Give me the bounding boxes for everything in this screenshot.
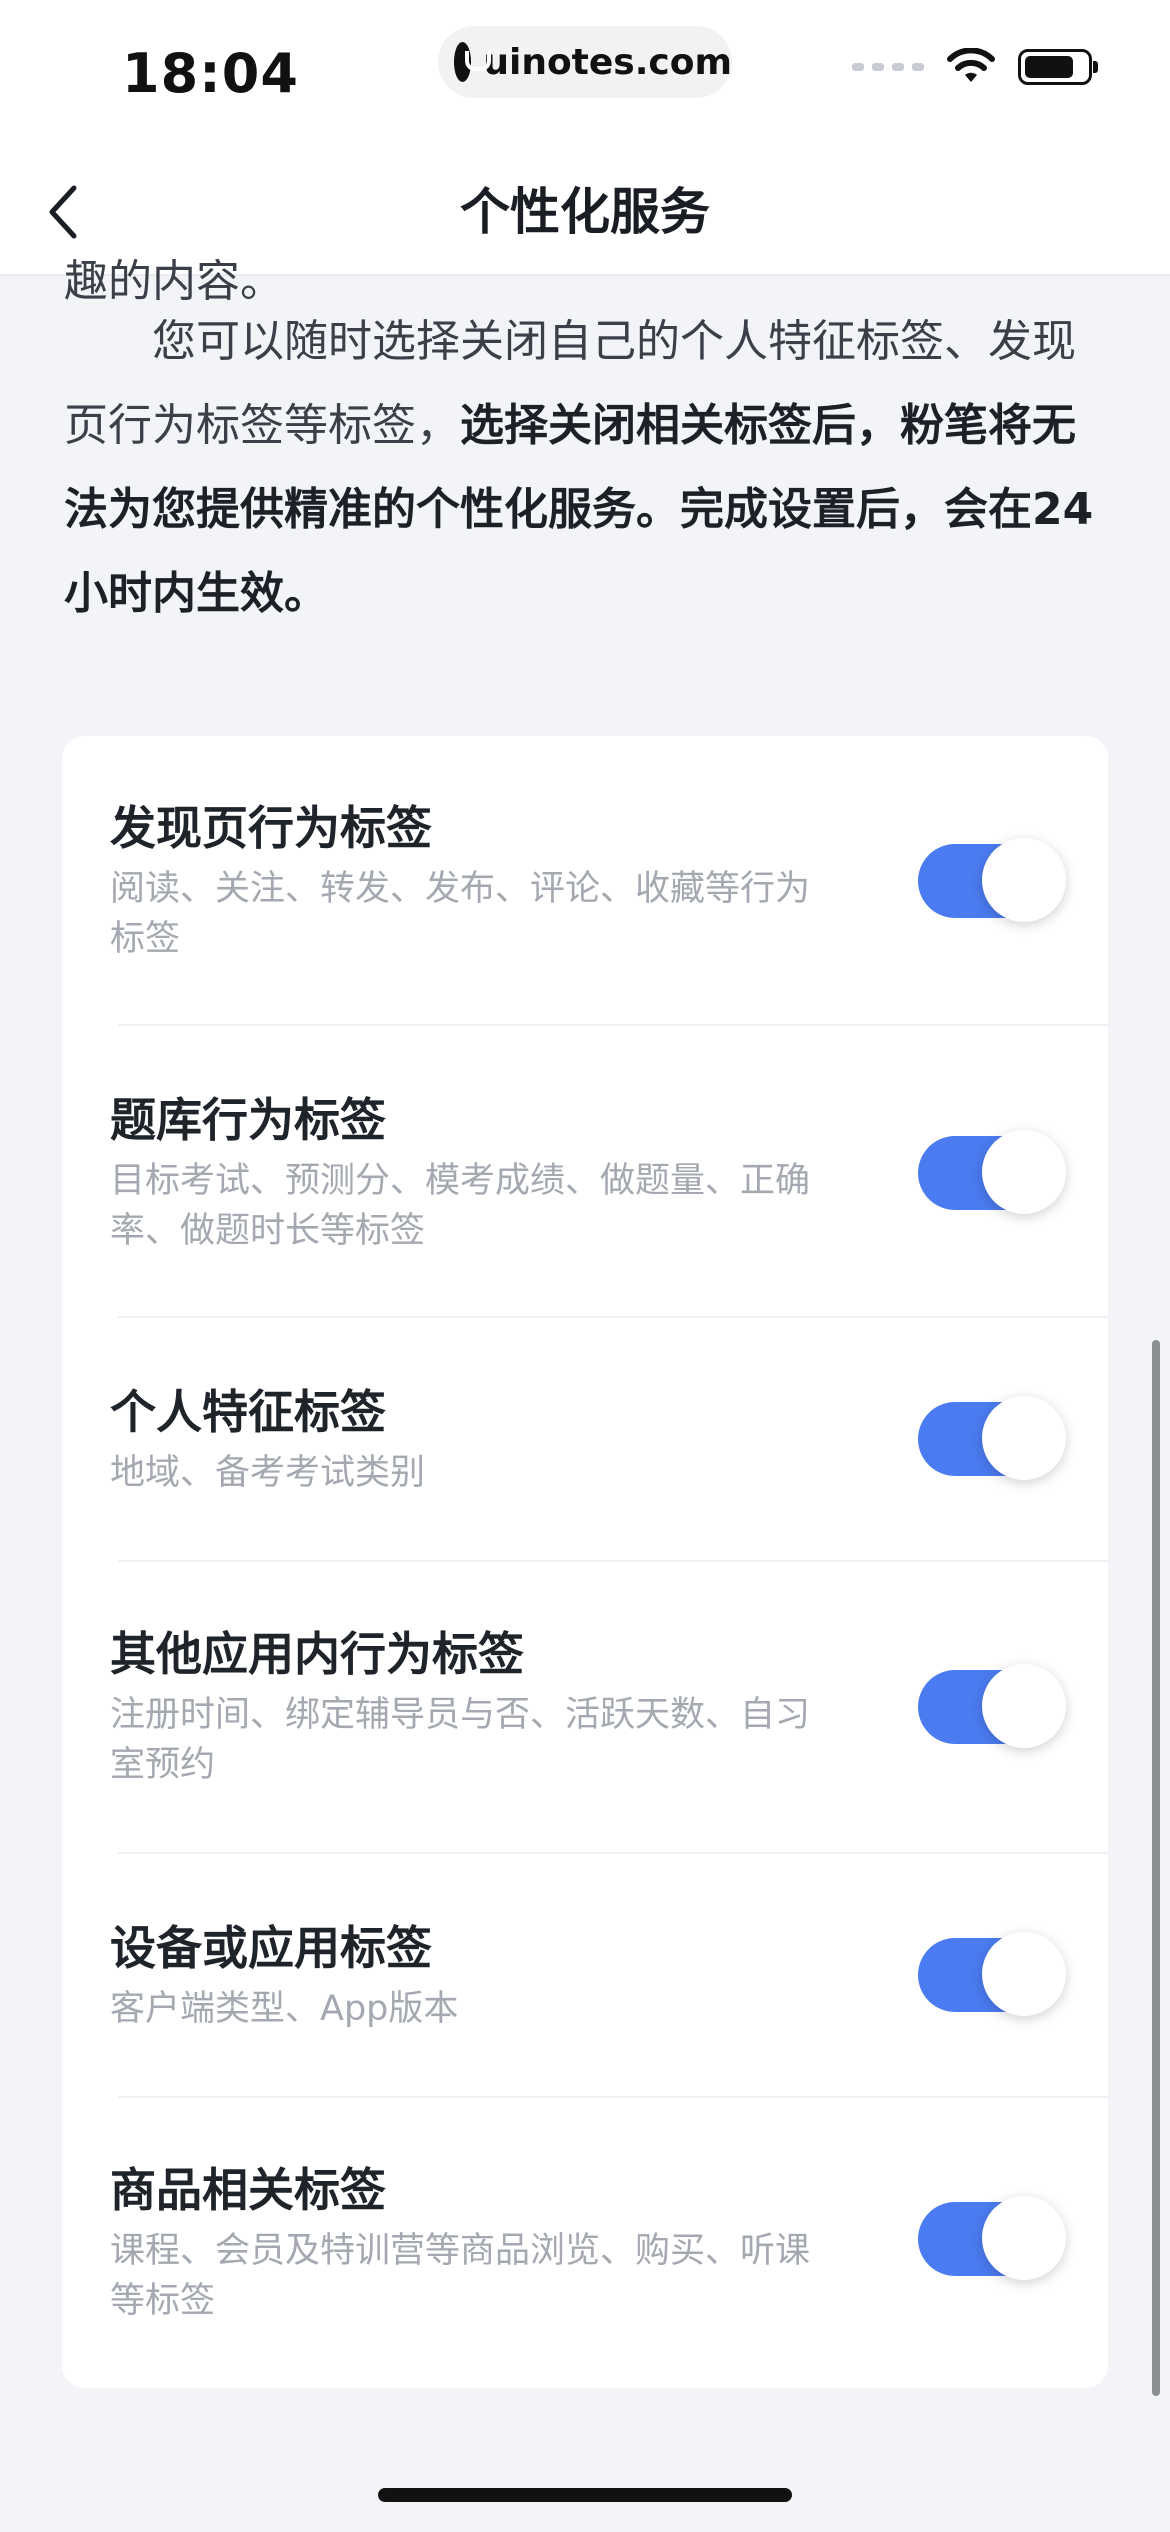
scrollbar[interactable] [1152, 1340, 1160, 2396]
battery-icon [1018, 49, 1098, 85]
divider [118, 1852, 1108, 1854]
setting-title: 其他应用内行为标签 [110, 1627, 524, 1681]
setting-title: 商品相关标签 [110, 2163, 386, 2217]
settings-card: 发现页行为标签 阅读、关注、转发、发布、评论、收藏等行为标签 题库行为标签 目标… [62, 736, 1108, 2388]
setting-desc: 目标考试、预测分、模考成绩、做题量、正确率、做题时长等标签 [110, 1161, 811, 1251]
toggle-knob [982, 838, 1066, 922]
toggle-knob [982, 2196, 1066, 2280]
intro-paragraph: 您可以随时选择关闭自己的个人特征标签、发现页行为标签等标签，选择关闭相关标签后，… [64, 300, 1114, 636]
intro-text: 趣的内容。 您可以随时选择关闭自己的个人特征标签、发现页行为标签等标签，选择关闭… [64, 240, 1114, 636]
toggle-switch[interactable] [918, 1932, 1066, 2016]
toggle-switch[interactable] [918, 1664, 1066, 1748]
toggle-knob [982, 1664, 1066, 1748]
setting-desc: 地域、备考考试类别 [110, 1453, 426, 1493]
intro-clipped-line: 趣的内容。 [64, 256, 284, 300]
setting-desc: 注册时间、绑定辅导员与否、活跃天数、自习室预约 [110, 1695, 811, 1785]
toggle-knob [982, 1130, 1066, 1214]
toggle-switch[interactable] [918, 1130, 1066, 1214]
top-bar: 18:04 uinotes.com 个性化服务 [0, 0, 1170, 276]
divider [118, 1316, 1108, 1318]
toggle-switch[interactable] [918, 838, 1066, 922]
setting-desc: 阅读、关注、转发、发布、评论、收藏等行为标签 [110, 869, 811, 959]
setting-title: 题库行为标签 [110, 1093, 386, 1147]
setting-desc: 课程、会员及特训营等商品浏览、购买、听课等标签 [110, 2231, 811, 2321]
divider [118, 1560, 1108, 1562]
setting-title: 设备或应用标签 [110, 1921, 432, 1975]
divider [118, 2096, 1108, 2098]
status-icons [852, 48, 1098, 86]
setting-desc: 客户端类型、App版本 [110, 1989, 459, 2029]
url-text: uinotes.com [483, 41, 732, 83]
cellular-signal-icon [852, 63, 924, 71]
url-pill[interactable]: uinotes.com [438, 26, 732, 98]
toggle-knob [982, 1396, 1066, 1480]
divider [118, 1024, 1108, 1026]
setting-title: 发现页行为标签 [110, 801, 432, 855]
toggle-switch[interactable] [918, 1396, 1066, 1480]
setting-title: 个人特征标签 [110, 1385, 386, 1439]
toggle-switch[interactable] [918, 2196, 1066, 2280]
home-indicator[interactable] [378, 2488, 792, 2502]
site-logo-icon [454, 42, 492, 82]
page-title: 个性化服务 [460, 183, 710, 241]
toggle-knob [982, 1932, 1066, 2016]
wifi-icon [946, 48, 996, 86]
status-time: 18:04 [122, 42, 299, 105]
